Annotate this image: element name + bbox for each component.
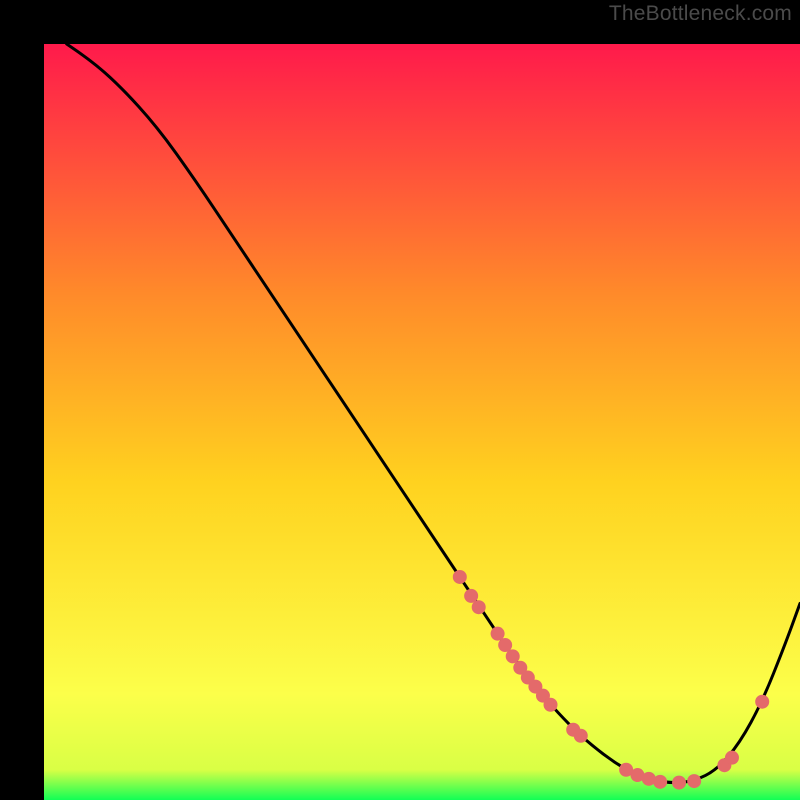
gradient-bg [44,44,800,800]
data-dot [653,775,667,789]
watermark-text: TheBottleneck.com [609,2,792,26]
data-dot [672,776,686,790]
data-dot [687,774,701,788]
data-dot [755,695,769,709]
curve-chart [44,44,800,800]
chart-frame [22,22,778,778]
data-dot [544,698,558,712]
data-dot [725,751,739,765]
data-dot [453,570,467,584]
data-dot [574,729,588,743]
data-dot [472,600,486,614]
